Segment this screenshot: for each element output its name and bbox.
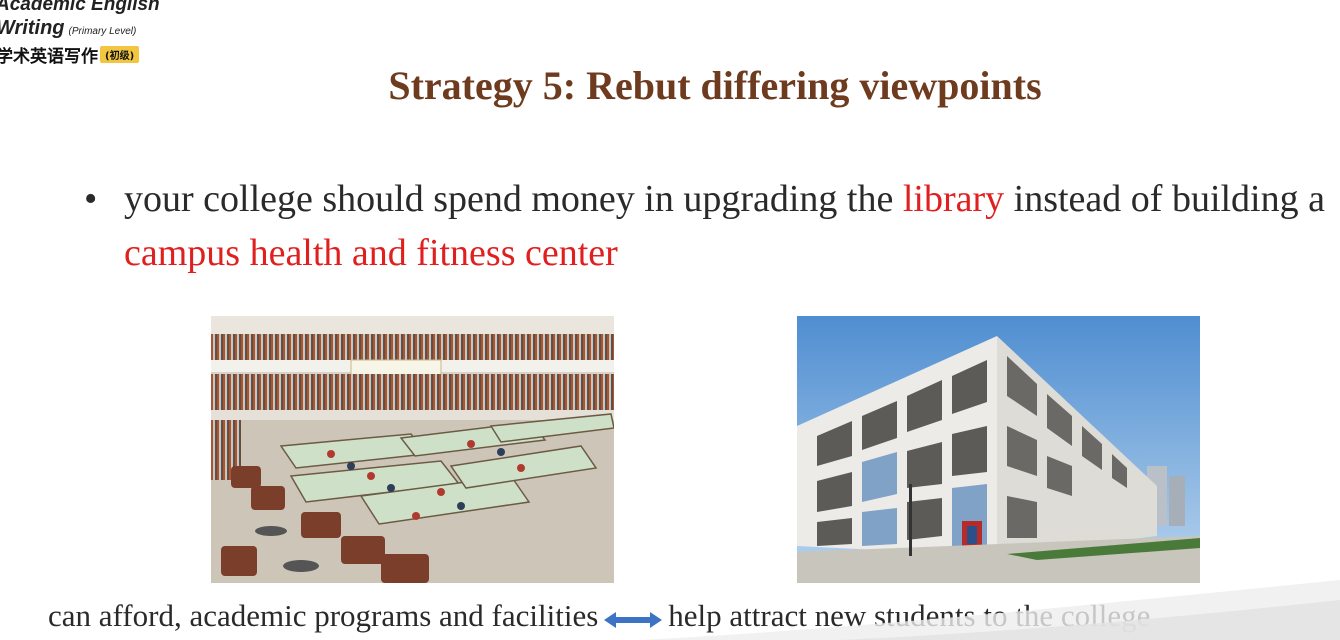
logo-line-2-main: Writing — [0, 17, 65, 39]
bullet-dot-icon: • — [84, 178, 98, 220]
logo-line-1: Academic English — [0, 0, 160, 15]
highlight-library: library — [902, 178, 1005, 220]
highlight-fitness-center: campus health and fitness center — [124, 232, 618, 274]
caption-left: can afford, academic programs and facili… — [48, 598, 599, 633]
logo-line-2: Writing (Primary Level) — [0, 17, 136, 40]
logo-line-2-sub: (Primary Level) — [68, 26, 137, 37]
bullet-text: your college should spend money in upgra… — [124, 172, 1334, 280]
slide-title: Strategy 5: Rebut differing viewpoints — [388, 63, 1042, 108]
decorative-swoosh — [640, 580, 1340, 640]
bullet-text-part-1: your college should spend money in upgra… — [124, 178, 903, 220]
fitness-center-photo — [797, 316, 1200, 583]
library-photo — [211, 316, 614, 583]
logo-level-tag: (初级) — [100, 46, 140, 63]
bullet-text-part-2: instead of building a — [1004, 178, 1325, 220]
